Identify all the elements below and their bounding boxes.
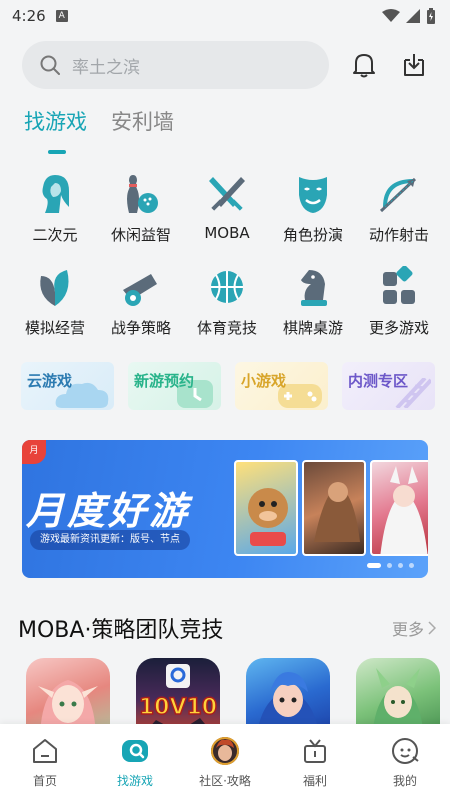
quick-link-label: 新游预约 — [134, 372, 195, 390]
pagination-dot[interactable] — [398, 563, 403, 568]
category-sports[interactable]: 体育竞技 — [184, 265, 270, 338]
gamepad-search-icon — [120, 736, 150, 766]
download-button[interactable] — [399, 50, 429, 80]
nav-label: 找游戏 — [116, 774, 153, 788]
nav-label: 社区·攻略 — [199, 774, 251, 788]
nav-benefits[interactable]: 福利 — [275, 736, 355, 800]
top-bar: 率土之滨 — [0, 32, 450, 90]
nav-find-games[interactable]: 找游戏 — [95, 736, 175, 800]
monthly-games-banner[interactable]: 月 月度好游 游戏最新资讯更新：版号、节点 — [22, 440, 428, 578]
crossed-swords-icon — [205, 172, 249, 216]
beta-test-zone-card[interactable]: 内测专区 — [342, 362, 435, 410]
section-title: MOBA·策略团队竞技 — [18, 618, 224, 643]
search-placeholder: 率土之滨 — [72, 57, 140, 78]
category-label: 体育竞技 — [196, 319, 257, 337]
quick-link-label: 云游戏 — [27, 372, 73, 390]
nav-label: 我的 — [392, 774, 417, 788]
chess-knight-icon — [291, 265, 335, 309]
category-label: 模拟经营 — [24, 319, 85, 337]
battery-icon — [427, 8, 435, 24]
category-moba[interactable]: MOBA — [184, 172, 270, 245]
home-icon — [30, 736, 60, 766]
wifi-icon — [382, 9, 400, 22]
banner-game-card — [370, 460, 428, 556]
banner-pagination — [367, 563, 414, 568]
banner-corner-badge: 月 — [22, 440, 46, 464]
search-input[interactable]: 率土之滨 — [22, 41, 329, 89]
status-time: 4:26 — [12, 7, 46, 25]
avatar-icon — [210, 736, 240, 766]
cloud-games-card[interactable]: 云游戏 — [21, 362, 114, 410]
tab-indicator — [48, 150, 66, 154]
search-icon — [40, 55, 60, 75]
keyboard-a-icon: A — [55, 10, 68, 22]
nav-label: 首页 — [32, 774, 57, 788]
category-label: 二次元 — [32, 226, 78, 244]
nav-label: 福利 — [302, 774, 327, 788]
leaf-icon — [33, 265, 77, 309]
mask-icon — [291, 172, 335, 216]
nav-home[interactable]: 首页 — [5, 736, 85, 800]
chevron-right-icon — [428, 621, 436, 635]
quick-links: 云游戏 新游预约 小游戏 内测专区 — [21, 362, 435, 410]
banner-subtitle: 游戏最新资讯更新：版号、节点 — [30, 530, 190, 550]
category-label: MOBA — [204, 224, 250, 242]
banner-title: 月度好游 — [26, 489, 191, 533]
section-more-link[interactable]: 更多 — [392, 616, 436, 640]
category-label: 休闲益智 — [110, 226, 171, 244]
download-icon — [404, 54, 424, 76]
tab-recommend-wall[interactable]: 安利墙 — [111, 106, 174, 136]
category-action-shooting[interactable]: 动作射击 — [356, 172, 442, 245]
category-grid: 二次元 休闲益智 MOBA 角色扮演 动作射击 模拟经营 战争策略 体育竞技 棋… — [12, 172, 442, 338]
profile-icon — [390, 736, 420, 766]
gift-icon — [300, 736, 330, 766]
category-label: 动作射击 — [368, 226, 429, 244]
bow-arrow-icon — [377, 172, 421, 216]
category-label: 更多游戏 — [368, 319, 429, 337]
quick-link-label: 小游戏 — [241, 372, 287, 390]
anime-girl-icon — [33, 172, 77, 216]
signal-icon — [406, 9, 420, 23]
category-label: 棋牌桌游 — [282, 319, 343, 337]
new-game-reservation-card[interactable]: 新游预约 — [128, 362, 221, 410]
category-war-strategy[interactable]: 战争策略 — [98, 265, 184, 338]
status-bar: 4:26 A — [0, 0, 450, 32]
mini-games-card[interactable]: 小游戏 — [235, 362, 328, 410]
category-casual[interactable]: 休闲益智 — [98, 172, 184, 245]
category-anime[interactable]: 二次元 — [12, 172, 98, 245]
more-label: 更多 — [391, 620, 424, 639]
game-badge-10v10: 10V10 — [139, 695, 217, 720]
quick-link-label: 内测专区 — [348, 372, 409, 390]
banner-game-card — [302, 460, 366, 556]
grid-icon — [377, 265, 421, 309]
tab-find-games[interactable]: 找游戏 — [24, 106, 87, 136]
category-more-games[interactable]: 更多游戏 — [356, 265, 442, 338]
category-board-games[interactable]: 棋牌桌游 — [270, 265, 356, 338]
bell-icon — [353, 54, 375, 78]
nav-community-guides[interactable]: 社区·攻略 — [185, 736, 265, 800]
pagination-dot[interactable] — [409, 563, 414, 568]
section-header: MOBA·策略团队竞技 更多 — [18, 612, 436, 644]
category-simulation[interactable]: 模拟经营 — [12, 265, 98, 338]
bowling-icon — [119, 172, 163, 216]
category-label: 战争策略 — [110, 319, 171, 337]
notification-bell-button[interactable] — [349, 50, 379, 80]
nav-profile[interactable]: 我的 — [365, 736, 445, 800]
category-label: 角色扮演 — [282, 226, 343, 244]
basketball-icon — [205, 265, 249, 309]
bottom-navigation: 首页 找游戏 社区·攻略 福利 我的 — [0, 724, 450, 800]
banner-game-card — [234, 460, 298, 556]
pagination-dot[interactable] — [367, 563, 381, 568]
cannon-icon — [119, 265, 163, 309]
category-rpg[interactable]: 角色扮演 — [270, 172, 356, 245]
main-tabs: 找游戏 安利墙 — [0, 106, 450, 136]
pagination-dot[interactable] — [387, 563, 392, 568]
